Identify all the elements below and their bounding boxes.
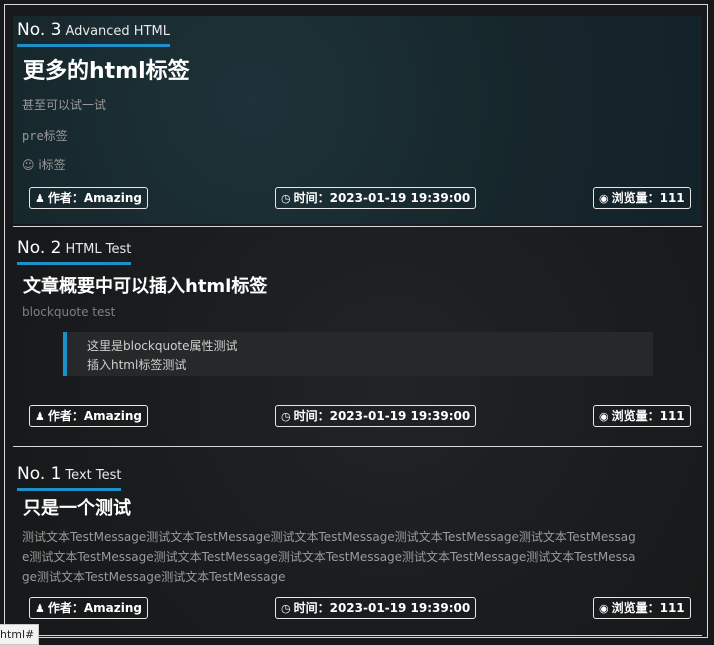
time-label: 时间：2023-01-19 19:39:00: [293, 409, 471, 423]
post-list-frame: No. 3 Advanced HTML 更多的html标签 甚至可以试一试 pre…: [4, 4, 708, 638]
post-number: No. 1: [17, 464, 62, 484]
quote-line-1: 这里是blockquote属性测试: [87, 339, 238, 353]
time-label: 时间：2023-01-19 19:39:00: [293, 601, 471, 615]
divider: [13, 446, 702, 447]
post-line-i: ☺ i标签: [22, 158, 66, 172]
post-number: No. 3: [17, 20, 62, 40]
views-label: 浏览量：111: [611, 601, 685, 615]
author-badge: ♟ 作者：Amazing: [29, 597, 148, 619]
post-number-label: No. 2 HTML Test: [17, 238, 132, 265]
post-card-2[interactable]: No. 2 HTML Test 文章概要中可以插入html标签 blockquot…: [13, 234, 702, 439]
views-label: 浏览量：111: [611, 409, 685, 423]
clock-icon: ◷: [281, 410, 291, 423]
user-icon: ♟: [35, 410, 45, 423]
post-number: No. 2: [17, 238, 62, 258]
post-number-label: No. 1 Text Test: [17, 464, 122, 491]
post-line-pre: pre标签: [22, 129, 68, 143]
views-badge: ◉ 浏览量：111: [593, 187, 691, 209]
post-title[interactable]: 文章概要中可以插入html标签: [23, 272, 267, 298]
time-badge: ◷ 时间：2023-01-19 19:39:00: [275, 187, 477, 209]
views-badge: ◉ 浏览量：111: [593, 597, 691, 619]
post-card-1[interactable]: No. 1 Text Test 只是一个测试 测试文本TestMessage测试文…: [13, 457, 702, 629]
author-label: 作者：Amazing: [47, 409, 142, 423]
post-title[interactable]: 只是一个测试: [23, 494, 131, 520]
eye-icon: ◉: [599, 602, 609, 615]
time-label: 时间：2023-01-19 19:39:00: [293, 191, 471, 205]
blockquote: 这里是blockquote属性测试 插入html标签测试: [63, 332, 653, 376]
post-number-label: No. 3 Advanced HTML: [17, 20, 170, 47]
clock-icon: ◷: [281, 602, 291, 615]
author-badge: ♟ 作者：Amazing: [29, 405, 148, 427]
post-title[interactable]: 更多的html标签: [23, 53, 190, 85]
eye-icon: ◉: [599, 192, 609, 205]
author-label: 作者：Amazing: [47, 601, 142, 615]
post-card-3[interactable]: No. 3 Advanced HTML 更多的html标签 甚至可以试一试 pre…: [13, 16, 702, 224]
eye-icon: ◉: [599, 410, 609, 423]
views-badge: ◉ 浏览量：111: [593, 405, 691, 427]
time-badge: ◷ 时间：2023-01-19 19:39:00: [275, 405, 477, 427]
user-icon: ♟: [35, 192, 45, 205]
clock-icon: ◷: [281, 192, 291, 205]
post-summary: blockquote test: [22, 305, 116, 319]
divider: [13, 635, 702, 636]
post-category: Text Test: [65, 468, 122, 483]
status-bar-url: html#: [0, 624, 40, 645]
post-body: 测试文本TestMessage测试文本TestMessage测试文本TestMe…: [22, 530, 636, 584]
user-icon: ♟: [35, 602, 45, 615]
post-line-1: 甚至可以试一试: [22, 98, 107, 112]
post-category: Advanced HTML: [65, 24, 170, 39]
author-label: 作者：Amazing: [47, 191, 142, 205]
author-badge: ♟ 作者：Amazing: [29, 187, 148, 209]
post-category: HTML Test: [65, 242, 132, 257]
divider: [13, 226, 702, 227]
quote-line-2: 插入html标签测试: [87, 358, 187, 372]
time-badge: ◷ 时间：2023-01-19 19:39:00: [275, 597, 477, 619]
views-label: 浏览量：111: [611, 191, 685, 205]
